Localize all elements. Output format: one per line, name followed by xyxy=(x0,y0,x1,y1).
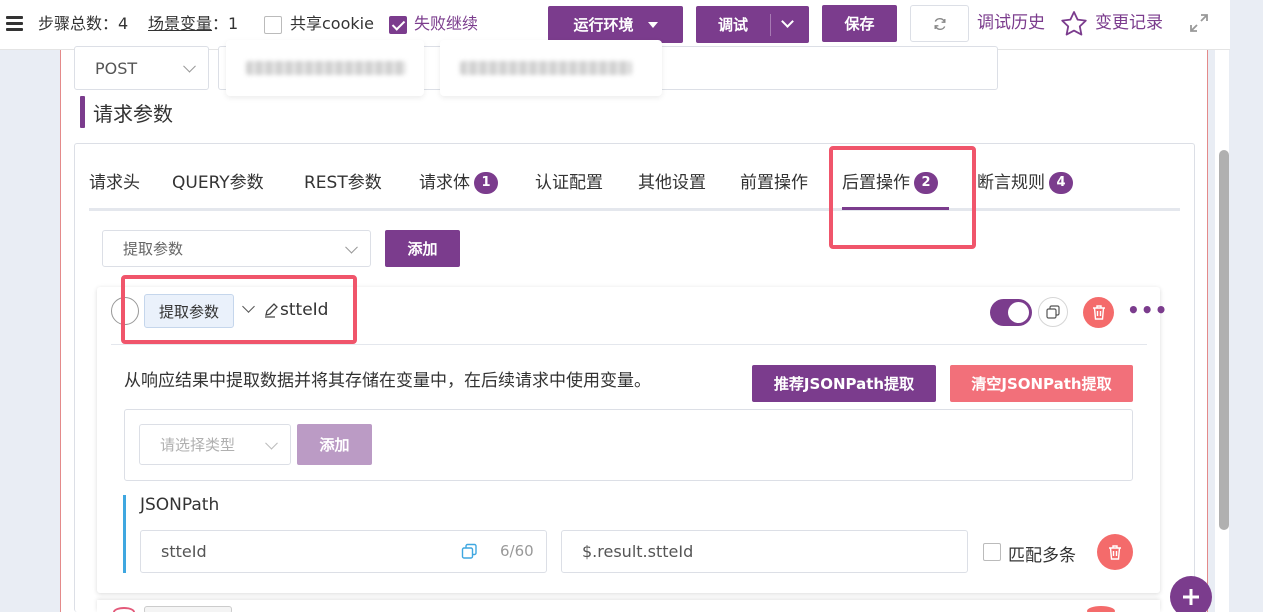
tab-body-label: 请求体 xyxy=(419,173,470,193)
enable-toggle[interactable] xyxy=(990,299,1032,326)
method-select[interactable]: POST xyxy=(74,46,209,90)
post-op-type-select[interactable]: 提取参数 xyxy=(102,230,371,267)
highlight-card-header xyxy=(121,275,357,344)
match-multiple-label[interactable]: 匹配多条 xyxy=(1008,541,1076,566)
url-segment-path[interactable] xyxy=(440,40,662,96)
recommend-jsonpath-button[interactable]: 推荐JSONPath提取 xyxy=(752,365,936,402)
char-counter: 6/60 xyxy=(500,542,534,560)
scrollbar-thumb[interactable] xyxy=(1219,150,1229,530)
scene-variables[interactable]: 场景变量：1 xyxy=(148,14,238,34)
tab-assertions[interactable]: 断言规则 4 xyxy=(977,172,1073,194)
trash-icon xyxy=(1109,544,1121,560)
method-value: POST xyxy=(95,58,138,78)
fail-continue-label[interactable]: 失败继续 xyxy=(414,14,478,34)
run-env-button[interactable]: 运行环境 xyxy=(548,6,683,43)
save-button[interactable]: 保存 xyxy=(822,5,897,42)
card-divider xyxy=(111,344,1147,345)
section-title: 请求参数 xyxy=(93,102,173,126)
section-indicator xyxy=(80,96,85,128)
copy-button[interactable] xyxy=(1038,297,1068,327)
tab-assertions-label: 断言规则 xyxy=(977,173,1045,193)
match-multiple-checkbox[interactable] xyxy=(983,543,1001,561)
clear-jsonpath-button[interactable]: 清空JSONPath提取 xyxy=(950,365,1133,402)
steps-count: 4 xyxy=(118,14,129,33)
redacted-path xyxy=(460,61,632,75)
tab-body-badge: 1 xyxy=(474,172,498,194)
copy-icon[interactable] xyxy=(461,543,478,560)
tab-divider xyxy=(89,208,1180,211)
tab-assertions-badge: 4 xyxy=(1049,172,1073,194)
add-step-fab[interactable] xyxy=(1170,576,1212,612)
delete-card-button[interactable] xyxy=(1083,297,1114,328)
tab-pre-ops[interactable]: 前置操作 xyxy=(740,172,808,194)
scene-vars-count: 1 xyxy=(228,14,239,33)
trash-icon xyxy=(1092,305,1105,320)
jsonpath-expression-input[interactable]: $.result.stteId xyxy=(561,530,968,573)
tab-other[interactable]: 其他设置 xyxy=(638,172,706,194)
share-cookie-checkbox[interactable] xyxy=(264,16,282,34)
add-post-op-button[interactable]: 添加 xyxy=(385,230,460,267)
tab-headers[interactable]: 请求头 xyxy=(89,172,140,194)
copy-icon xyxy=(1046,305,1060,319)
extract-type-select[interactable]: 请选择类型 xyxy=(139,424,291,465)
steps-label: 步骤总数： xyxy=(38,14,119,33)
add-extract-rule-button[interactable]: 添加 xyxy=(297,424,372,465)
delete-jsonpath-button[interactable] xyxy=(1097,534,1133,570)
tab-body[interactable]: 请求体 1 xyxy=(419,172,498,194)
run-env-label: 运行环境 xyxy=(573,16,634,34)
debug-divider xyxy=(770,13,771,36)
tab-auth[interactable]: 认证配置 xyxy=(535,172,603,194)
redacted-host xyxy=(246,61,406,75)
jsonpath-indicator xyxy=(123,495,126,573)
extract-type-placeholder: 请选择类型 xyxy=(160,436,236,454)
debug-label: 调试 xyxy=(717,16,748,34)
variable-name-input[interactable]: stteId xyxy=(140,530,547,573)
refresh-icon xyxy=(934,17,945,30)
card-description: 从响应结果中提取数据并将其存储在变量中，在后续请求中使用变量。 xyxy=(124,371,651,391)
next-card-delete[interactable] xyxy=(1087,606,1115,612)
steps-total: 步骤总数：4 xyxy=(38,14,128,34)
chevron-down-icon xyxy=(183,59,196,73)
debug-button[interactable]: 调试 xyxy=(696,6,809,43)
post-op-type-value: 提取参数 xyxy=(123,240,184,258)
menu-icon[interactable] xyxy=(6,16,23,31)
next-card-handle[interactable] xyxy=(113,607,135,612)
url-segment-env[interactable] xyxy=(226,40,424,96)
star-icon[interactable] xyxy=(1060,10,1088,37)
plus-icon xyxy=(1183,589,1199,605)
chevron-down-icon[interactable] xyxy=(781,15,794,28)
debug-history-link[interactable]: 调试历史 xyxy=(977,13,1045,33)
fail-continue-checkbox[interactable] xyxy=(389,16,407,34)
more-icon[interactable]: ••• xyxy=(1127,300,1168,320)
refresh-button[interactable] xyxy=(910,5,969,42)
share-cookie-label[interactable]: 共享cookie xyxy=(290,14,374,34)
scene-vars-link[interactable]: 场景变量 xyxy=(148,14,212,33)
tab-query[interactable]: QUERY参数 xyxy=(172,172,264,194)
change-log-link[interactable]: 变更记录 xyxy=(1095,13,1163,33)
highlight-post-ops-tab xyxy=(829,146,976,249)
scene-vars-colon: ： xyxy=(212,14,229,33)
chevron-down-icon xyxy=(345,240,358,254)
next-card xyxy=(97,600,1160,612)
jsonpath-title: JSONPath xyxy=(140,495,220,515)
right-margin xyxy=(1230,0,1263,612)
caret-down-icon xyxy=(647,21,658,28)
expand-icon[interactable] xyxy=(1189,13,1209,33)
tab-rest[interactable]: REST参数 xyxy=(304,172,382,194)
next-card-tag xyxy=(144,606,232,612)
toggle-knob xyxy=(1008,302,1029,323)
chevron-down-icon xyxy=(265,436,278,450)
variable-name-value: stteId xyxy=(161,542,207,561)
jsonpath-expression-value: $.result.stteId xyxy=(582,542,694,561)
